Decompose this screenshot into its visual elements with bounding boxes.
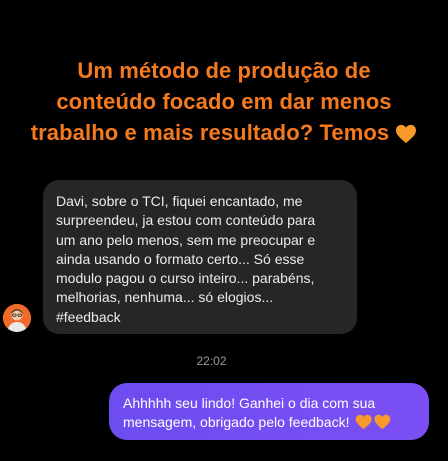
headline-line-2: conteúdo focado em dar menos <box>56 89 392 114</box>
headline-line-3-text: trabalho e mais resultado? Temos <box>30 120 390 145</box>
headline-line-1: Um método de produção de <box>77 58 371 83</box>
incoming-message-bubble[interactable]: Davi, sobre o TCI, fiquei encantado, me … <box>43 180 357 334</box>
chat-screen: Um método de produção de conteúdo focado… <box>0 0 448 461</box>
outgoing-message-line-2-text: mensagem, obrigado pelo feedback! <box>123 414 350 430</box>
orange-heart-icon <box>395 121 417 152</box>
orange-hearts-icon <box>355 414 391 435</box>
outgoing-message-line-1: Ahhhhh seu lindo! Ganhei o dia com sua <box>123 395 376 411</box>
outgoing-message-line-2: mensagem, obrigado pelo feedback! <box>123 413 415 435</box>
user-avatar-icon[interactable] <box>3 304 31 332</box>
headline-line-3: trabalho e mais resultado? Temos <box>0 117 448 152</box>
headline: Um método de produção de conteúdo focado… <box>0 55 448 152</box>
message-timestamp: 22:02 <box>196 354 227 368</box>
outgoing-message-bubble[interactable]: Ahhhhh seu lindo! Ganhei o dia com sua m… <box>109 383 429 440</box>
